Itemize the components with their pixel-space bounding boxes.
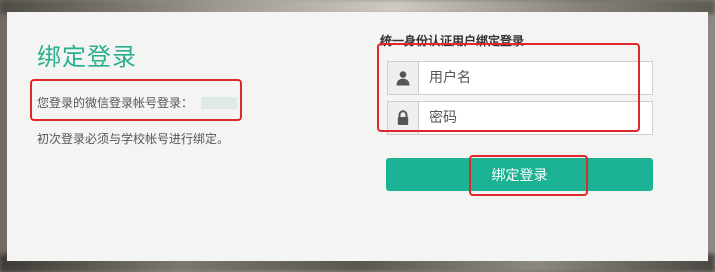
highlight-box-wechat	[30, 79, 242, 121]
page-title: 绑定登录	[37, 43, 137, 71]
highlight-box-credentials	[377, 43, 640, 132]
highlight-box-submit	[469, 155, 588, 196]
bind-login-panel: 绑定登录 您登录的微信登录帐号登录： 初次登录必须与学校帐号进行绑定。 统一身份…	[7, 12, 708, 261]
binding-note: 初次登录必须与学校帐号进行绑定。	[37, 132, 230, 146]
